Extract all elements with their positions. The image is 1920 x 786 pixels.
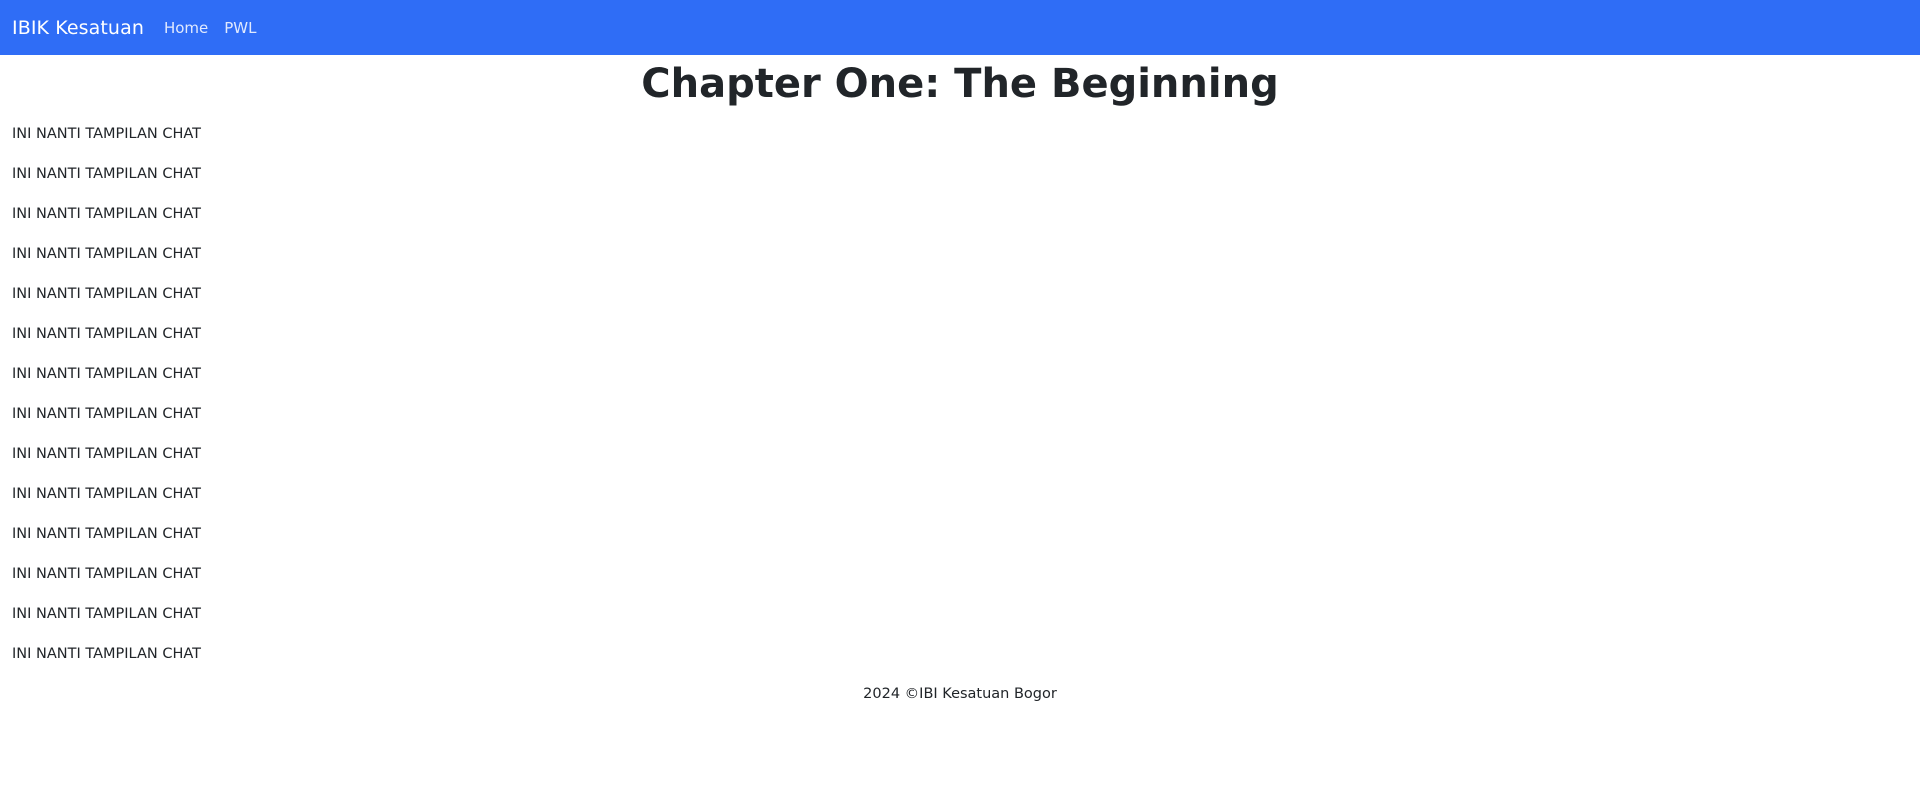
chat-line: INI NANTI TAMPILAN CHAT bbox=[12, 646, 202, 662]
chat-line: INI NANTI TAMPILAN CHAT bbox=[12, 406, 202, 422]
nav-link-pwl[interactable]: PWL bbox=[224, 19, 256, 37]
main-content: Chapter One: The Beginning INI NANTI TAM… bbox=[0, 55, 1920, 674]
chat-line: INI NANTI TAMPILAN CHAT bbox=[12, 566, 202, 582]
nav-link-home[interactable]: Home bbox=[164, 19, 208, 37]
chat-list: INI NANTI TAMPILAN CHAT INI NANTI TAMPIL… bbox=[0, 114, 1920, 674]
chat-line: INI NANTI TAMPILAN CHAT bbox=[12, 446, 202, 462]
brand-link[interactable]: IBIK Kesatuan bbox=[12, 17, 144, 39]
chat-line: INI NANTI TAMPILAN CHAT bbox=[12, 606, 202, 622]
chat-line: INI NANTI TAMPILAN CHAT bbox=[12, 326, 202, 342]
chat-line: INI NANTI TAMPILAN CHAT bbox=[12, 286, 202, 302]
chat-line: INI NANTI TAMPILAN CHAT bbox=[12, 166, 202, 182]
chat-line: INI NANTI TAMPILAN CHAT bbox=[12, 366, 202, 382]
page-title: Chapter One: The Beginning bbox=[641, 61, 1279, 107]
chat-line: INI NANTI TAMPILAN CHAT bbox=[12, 246, 202, 262]
navbar: IBIK Kesatuan Home PWL bbox=[0, 0, 1920, 55]
chat-line: INI NANTI TAMPILAN CHAT bbox=[12, 206, 202, 222]
chat-line: INI NANTI TAMPILAN CHAT bbox=[12, 486, 202, 502]
chat-line: INI NANTI TAMPILAN CHAT bbox=[12, 126, 202, 142]
nav-links: Home PWL bbox=[164, 19, 257, 37]
chat-line: INI NANTI TAMPILAN CHAT bbox=[12, 526, 202, 542]
footer: 2024 ©IBI Kesatuan Bogor bbox=[863, 686, 1057, 702]
